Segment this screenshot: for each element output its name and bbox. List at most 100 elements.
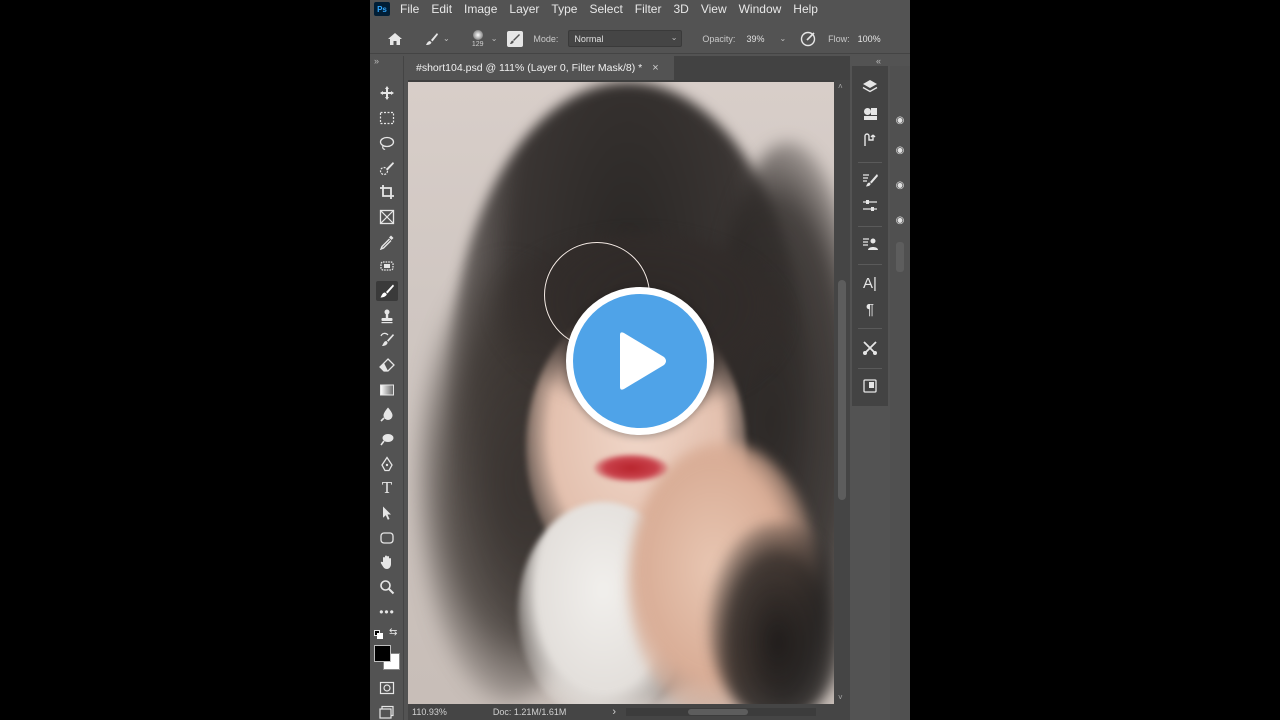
foreground-color-swatch[interactable] [374,645,391,662]
scroll-down-icon[interactable]: ˅ [838,693,843,702]
brush-size-picker[interactable]: 129 [470,29,486,48]
menu-type[interactable]: Type [551,2,577,16]
menu-filter[interactable]: Filter [635,2,662,16]
mode-caret-icon: ⌄ [670,33,678,42]
history-brush-tool-icon[interactable] [376,330,398,350]
shape-tool-icon[interactable] [376,528,398,548]
gradient-tool-icon[interactable] [376,380,398,400]
flow-value[interactable]: 100% [858,34,881,44]
quick-selection-tool-icon[interactable] [376,158,398,178]
type-tool-icon[interactable]: T [376,478,398,498]
menu-3d[interactable]: 3D [673,2,688,16]
document-info: Doc: 1.21M/1.61M [492,707,567,717]
options-bar: ⌄ 129 ⌄ Mode: Normal ⌄ Opacity: 39% ⌄ Fl… [370,24,910,54]
menu-file[interactable]: File [400,2,419,16]
zoom-level[interactable]: 110.93% [412,707,447,717]
zoom-tool-icon[interactable] [376,577,398,597]
brush-tip-icon [472,29,483,40]
status-menu-arrow-icon[interactable]: › [612,706,616,718]
brush-settings-panel-icon[interactable] [507,30,524,47]
layers-panel-icon[interactable] [860,76,880,96]
brush-size-value: 129 [471,40,484,48]
pressure-opacity-icon[interactable] [800,31,816,47]
panel-separator [858,162,882,163]
status-bar: 110.93% Doc: 1.21M/1.61M › [408,704,850,720]
layers-panel-edge: ◉ ◉ ◉ ◉ [890,66,910,720]
marquee-tool-icon[interactable] [376,108,398,128]
paths-panel-icon[interactable] [860,130,880,150]
eyedropper-tool-icon[interactable] [376,232,398,252]
libraries-panel-icon[interactable] [860,234,880,254]
screen-mode-icon[interactable] [376,702,398,720]
image-lips [594,454,668,482]
vertical-scroll-thumb[interactable] [838,280,846,500]
layer-visibility-eye-icon[interactable]: ◉ [893,114,907,126]
layer-visibility-eye-icon[interactable]: ◉ [893,179,907,191]
mode-value: Normal [574,33,604,44]
horizontal-scrollbar[interactable] [626,708,817,716]
eraser-tool-icon[interactable] [376,355,398,375]
swap-colors-icon[interactable]: ⇆ [389,627,397,638]
brush-size-caret-icon[interactable]: ⌄ [491,34,498,43]
opacity-field[interactable]: 39% [741,30,781,47]
hand-tool-icon[interactable] [376,552,398,572]
opacity-label: Opacity: [702,33,736,44]
menu-image[interactable]: Image [464,2,497,16]
home-icon[interactable] [386,32,404,46]
layer-visibility-eye-icon[interactable]: ◉ [893,144,907,156]
channels-panel-icon[interactable] [860,104,880,124]
panels-collapse-icon[interactable]: « [876,56,881,66]
healing-brush-tool-icon[interactable] [376,256,398,276]
brush-tool-icon[interactable] [376,281,398,301]
play-button-circle [573,294,707,428]
pen-tool-icon[interactable] [376,454,398,474]
layer-visibility-eye-icon[interactable]: ◉ [893,214,907,226]
crop-tool-icon[interactable] [376,182,398,202]
adjustments-panel-icon[interactable] [860,196,880,216]
horizontal-scroll-thumb[interactable] [688,709,749,715]
panel-separator [858,226,882,227]
panel-separator [858,328,882,329]
character-panel-icon[interactable]: A| [860,273,880,293]
mode-select[interactable]: Normal ⌄ [568,30,683,47]
vertical-scrollbar[interactable]: ˄ ˅ [834,80,850,704]
properties-panel-icon[interactable] [860,376,880,396]
document-tab[interactable]: #short104.psd @ 111% (Layer 0, Filter Ma… [408,56,674,80]
layers-scroll-thumb[interactable] [896,242,904,272]
document-tabs: #short104.psd @ 111% (Layer 0, Filter Ma… [408,56,850,80]
dodge-tool-icon[interactable] [376,429,398,449]
frame-tool-icon[interactable] [376,207,398,227]
photoshop-logo: Ps [374,2,390,16]
menu-layer[interactable]: Layer [509,2,539,16]
play-icon [620,332,666,390]
clone-stamp-tool-icon[interactable] [376,306,398,326]
panel-separator [858,368,882,369]
brush-preset-caret-icon[interactable]: ⌄ [443,34,450,43]
menu-window[interactable]: Window [739,2,782,16]
panel-icon-strip: A| ¶ [852,66,888,406]
opacity-value: 39% [746,33,765,44]
tools-preset-icon[interactable] [860,338,880,358]
scroll-up-icon[interactable]: ˄ [838,82,843,91]
menu-edit[interactable]: Edit [431,2,452,16]
path-selection-tool-icon[interactable] [376,503,398,523]
menu-bar: Ps File Edit Image Layer Type Select Fil… [370,0,910,18]
toolbar-collapse-icon[interactable]: » [374,56,379,66]
brush-preset-icon[interactable] [424,32,440,46]
quick-mask-icon[interactable] [376,678,398,698]
video-play-button[interactable] [566,287,714,435]
paragraph-panel-icon[interactable]: ¶ [860,299,880,319]
close-tab-icon[interactable]: × [652,62,658,74]
default-colors-icon[interactable] [374,630,384,640]
tools-panel: » T ••• ⇆ [370,56,404,720]
blur-tool-icon[interactable] [376,404,398,424]
brush-settings-icon[interactable] [860,170,880,190]
menu-view[interactable]: View [701,2,727,16]
mode-label: Mode: [533,33,559,44]
move-tool-icon[interactable] [376,83,398,103]
more-tools-icon[interactable]: ••• [376,602,398,622]
menu-select[interactable]: Select [589,2,622,16]
menu-help[interactable]: Help [793,2,818,16]
panel-separator [858,264,882,265]
lasso-tool-icon[interactable] [376,133,398,153]
